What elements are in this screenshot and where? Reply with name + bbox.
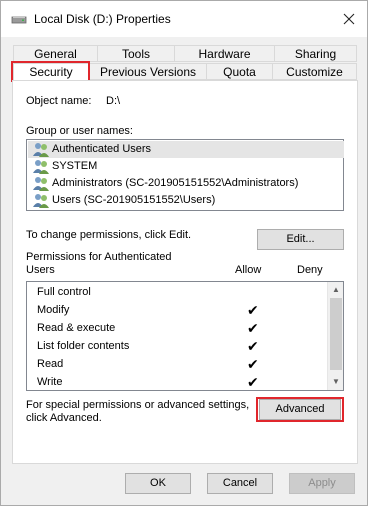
window-title: Local Disk (D:) Properties	[34, 12, 171, 26]
table-row: Modify ✔	[37, 301, 327, 319]
drive-icon	[11, 16, 27, 24]
special-permissions-text-line2: click Advanced.	[26, 412, 102, 424]
table-row: Write ✔	[37, 373, 327, 390]
tab-hardware[interactable]: Hardware	[174, 45, 275, 62]
properties-window: Local Disk (D:) Properties General Tools…	[0, 0, 368, 506]
special-permissions-text-line1: For special permissions or advanced sett…	[26, 399, 250, 411]
tab-tools[interactable]: Tools	[97, 45, 175, 62]
users-group-icon	[33, 160, 49, 174]
ok-button-label: OK	[150, 477, 166, 489]
list-item[interactable]: Users (SC-201905151552\Users)	[28, 192, 344, 209]
list-item[interactable]: Authenticated Users	[28, 141, 344, 158]
list-item[interactable]: Administrators (SC-201905151552\Administ…	[28, 175, 344, 192]
users-group-icon	[33, 177, 49, 191]
users-group-icon	[33, 143, 49, 157]
permission-name: Write	[37, 376, 63, 388]
cancel-button-label: Cancel	[222, 477, 258, 489]
apply-button-label: Apply	[308, 477, 336, 489]
allow-check-icon: ✔	[247, 320, 259, 336]
users-group-icon	[33, 194, 49, 208]
object-name-label: Object name:	[26, 95, 92, 107]
permissions-list[interactable]: Full control Modify ✔ Read & execute ✔ L…	[26, 281, 344, 391]
edit-button-label: Edit...	[286, 233, 315, 245]
permission-name: Read & execute	[37, 322, 116, 334]
object-name-value: D:\	[106, 95, 121, 107]
security-tab-highlight	[11, 61, 90, 82]
tab-label: Quota	[223, 65, 256, 79]
scroll-thumb[interactable]	[330, 298, 342, 370]
user-name: Authenticated Users	[52, 143, 152, 155]
group-label: Group or user names:	[26, 125, 133, 137]
user-name: Users (SC-201905151552\Users)	[52, 194, 216, 206]
table-row: List folder contents ✔	[37, 337, 327, 355]
allow-check-icon: ✔	[247, 338, 259, 354]
tab-customize[interactable]: Customize	[272, 63, 357, 80]
list-item[interactable]: SYSTEM	[28, 158, 344, 175]
close-button[interactable]	[339, 9, 359, 29]
tab-quota[interactable]: Quota	[206, 63, 273, 80]
tab-label: General	[34, 47, 77, 61]
apply-button[interactable]: Apply	[289, 473, 355, 494]
scroll-up-icon[interactable]: ▲	[328, 282, 343, 298]
tab-general[interactable]: General	[13, 45, 98, 62]
tab-previous-versions[interactable]: Previous Versions	[89, 63, 207, 80]
deny-header: Deny	[297, 264, 323, 276]
permission-name: Read	[37, 358, 64, 370]
tab-label: Hardware	[198, 47, 251, 61]
user-list[interactable]: Authenticated Users SYSTEM Administrator…	[26, 139, 344, 211]
tab-label: Sharing	[294, 47, 337, 61]
scroll-down-icon[interactable]: ▼	[328, 374, 343, 390]
table-row: Read ✔	[37, 355, 327, 373]
permissions-label-line2: Users	[26, 264, 55, 276]
edit-button[interactable]: Edit...	[257, 229, 344, 250]
allow-header: Allow	[235, 264, 262, 276]
permissions-scrollbar[interactable]: ▲ ▼	[327, 282, 343, 390]
advanced-button-highlight	[256, 397, 344, 422]
table-row: Read & execute ✔	[37, 319, 327, 337]
user-name: SYSTEM	[52, 160, 98, 172]
tab-label: Previous Versions	[99, 65, 197, 79]
tab-label: Customize	[286, 65, 343, 79]
permissions-label-line1: Permissions for Authenticated	[26, 251, 172, 263]
permission-name: List folder contents	[37, 340, 130, 352]
ok-button[interactable]: OK	[125, 473, 191, 494]
tab-sharing[interactable]: Sharing	[274, 45, 357, 62]
close-icon	[343, 13, 355, 25]
title-bar: Local Disk (D:) Properties	[1, 1, 367, 37]
change-permissions-text: To change permissions, click Edit.	[26, 229, 192, 241]
cancel-button[interactable]: Cancel	[207, 473, 273, 494]
permission-name: Modify	[37, 304, 70, 316]
table-row: Full control	[37, 283, 327, 301]
permission-name: Full control	[37, 286, 91, 298]
user-name: Administrators (SC-201905151552\Administ…	[52, 177, 299, 189]
allow-check-icon: ✔	[247, 374, 259, 390]
allow-check-icon: ✔	[247, 356, 259, 372]
tab-label: Tools	[121, 47, 150, 61]
allow-check-icon: ✔	[247, 302, 259, 318]
